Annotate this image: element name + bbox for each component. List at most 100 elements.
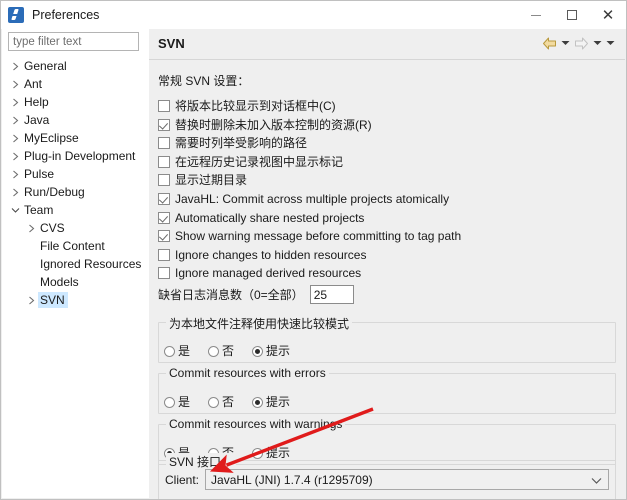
sidebar-item-label: Ant [24,77,43,91]
checkbox-row[interactable]: 将版本比较显示到对话框中(C) [158,98,336,114]
checkbox-row[interactable]: Automatically share nested projects [158,210,364,226]
chevron-right-icon[interactable] [8,98,22,107]
checkbox-checked-icon[interactable] [158,193,170,205]
sidebar-item-models[interactable]: Models [2,273,149,291]
page-header: SVN [149,29,625,60]
radio-group-legend: Commit resources with errors [166,366,329,380]
checkbox-label: 将版本比较显示到对话框中(C) [175,99,336,113]
checkbox-unchecked-icon[interactable] [158,137,170,150]
checkbox-unchecked-icon[interactable] [158,174,170,187]
sidebar-item-ignored-resources[interactable]: Ignored Resources [2,255,149,273]
minimize-icon[interactable] [518,1,554,29]
checkbox-unchecked-icon[interactable] [158,100,170,112]
checkbox-checked-icon[interactable] [158,211,170,224]
sidebar-item-java[interactable]: Java [2,111,149,129]
sidebar-item-general[interactable]: General [2,57,149,75]
checkbox-label: 需要时列举受影响的路径 [175,136,308,151]
chevron-right-icon[interactable] [8,134,22,143]
log-count-row: 缺省日志消息数（0=全部） [158,285,354,304]
svn-interface-group: SVN 接口： Client: JavaHL (JNI) 1.7.4 (r129… [158,453,616,499]
radio-option-label: 否 [222,344,235,358]
chevron-right-icon[interactable] [8,80,22,89]
back-dropdown-icon[interactable] [561,35,570,51]
log-count-label: 缺省日志消息数（0=全部） [158,288,304,302]
radio-option-label: 提示 [266,344,291,358]
chevron-right-icon[interactable] [8,116,22,125]
checkbox-row[interactable]: 需要时列举受影响的路径 [158,135,307,151]
chevron-right-icon[interactable] [8,170,22,179]
sidebar-item-label: Help [24,95,49,109]
radio-option-label: 否 [222,395,235,409]
checkbox-unchecked-icon[interactable] [158,248,170,261]
client-label: Client: [165,472,200,487]
sidebar-item-label: Java [24,113,50,127]
maximize-icon[interactable] [554,1,590,29]
radio-unselected-icon[interactable] [208,397,220,408]
radio-option[interactable]: 提示 [252,447,290,460]
checkbox-checked-icon[interactable] [158,230,170,243]
checkbox-checked-icon[interactable] [158,118,170,131]
close-icon[interactable]: ✕ [590,1,626,29]
window-controls: ✕ [518,1,626,29]
sidebar-item-file-content[interactable]: File Content [2,237,149,255]
radio-unselected-icon[interactable] [164,346,175,357]
radio-unselected-icon[interactable] [252,448,264,459]
checkbox-row[interactable]: Ignore managed derived resources [158,265,361,281]
filter-input[interactable] [8,32,139,51]
page-body: 常规 SVN 设置： 将版本比较显示到对话框中(C) 替换时删除未加入版本控制的资… [149,60,625,499]
radio-unselected-icon[interactable] [164,397,175,408]
radio-unselected-icon[interactable] [208,346,220,357]
checkbox-row[interactable]: 在远程历史记录视图中显示标记 [158,154,343,170]
client-select[interactable]: JavaHL (JNI) 1.7.4 (r1295709) [205,469,609,490]
checkbox-unchecked-icon[interactable] [158,155,170,168]
forward-dropdown-icon[interactable] [593,35,602,51]
sidebar-item-label: Ignored Resources [40,257,142,271]
checkbox-row[interactable]: 替换时删除未加入版本控制的资源(R) [158,117,372,133]
checkbox-label: 显示过期目录 [175,173,248,188]
chevron-right-icon[interactable] [8,188,22,197]
sidebar-item-label: File Content [40,239,105,253]
checkbox-row[interactable]: Ignore changes to hidden resources [158,247,366,263]
sidebar-item-label: General [24,59,67,73]
chevron-right-icon[interactable] [24,224,38,233]
checkbox-label: Ignore changes to hidden resources [175,247,367,262]
chevron-right-icon[interactable] [8,62,22,71]
checkbox-label: JavaHL: Commit across multiple projects … [175,192,450,206]
client-combo-row: Client: JavaHL (JNI) 1.7.4 (r1295709) [165,469,609,490]
chevron-right-icon[interactable] [24,296,38,305]
checkbox-unchecked-icon[interactable] [158,267,170,280]
radio-option-label: 是 [178,344,191,358]
chevron-down-icon[interactable] [8,207,22,214]
checkbox-row[interactable]: JavaHL: Commit across multiple projects … [158,191,449,207]
sidebar-item-svn[interactable]: SVN [2,291,149,309]
checkbox-row[interactable]: 显示过期目录 [158,172,247,188]
radio-selected-icon[interactable] [252,397,264,408]
sidebar-item-run-debug[interactable]: Run/Debug [2,183,149,201]
forward-arrow-icon[interactable] [574,35,589,51]
sidebar-item-team[interactable]: Team [2,201,149,219]
radio-group: Commit resources with errors 是 否 提示 [158,366,616,414]
radio-option[interactable]: 提示 [252,345,290,358]
radio-option[interactable]: 是 [164,396,190,409]
radio-option[interactable]: 提示 [252,396,290,409]
eclipse-app-icon [8,7,24,23]
sidebar-item-label: Pulse [24,167,55,181]
radio-option[interactable]: 否 [208,396,234,409]
sidebar-item-pulse[interactable]: Pulse [2,165,149,183]
sidebar-item-help[interactable]: Help [2,93,149,111]
preferences-sidebar: General Ant Help Java MyEclipse Plug-in Devel… [2,29,149,498]
checkbox-row[interactable]: Show warning message before committing t… [158,228,461,244]
sidebar-item-label: Plug-in Development [24,149,136,163]
sidebar-item-ant[interactable]: Ant [2,75,149,93]
sidebar-item-myeclipse[interactable]: MyEclipse [2,129,149,147]
chevron-right-icon[interactable] [8,152,22,161]
back-arrow-icon[interactable] [542,35,557,51]
sidebar-item-cvs[interactable]: CVS [2,219,149,237]
radio-selected-icon[interactable] [252,346,264,357]
sidebar-item-plug-in-development[interactable]: Plug-in Development [2,147,149,165]
view-menu-icon[interactable] [606,35,615,51]
radio-option[interactable]: 否 [208,345,234,358]
radio-option[interactable]: 是 [164,345,190,358]
checkbox-label: 替换时删除未加入版本控制的资源(R) [175,117,372,132]
log-count-input[interactable] [309,285,354,304]
